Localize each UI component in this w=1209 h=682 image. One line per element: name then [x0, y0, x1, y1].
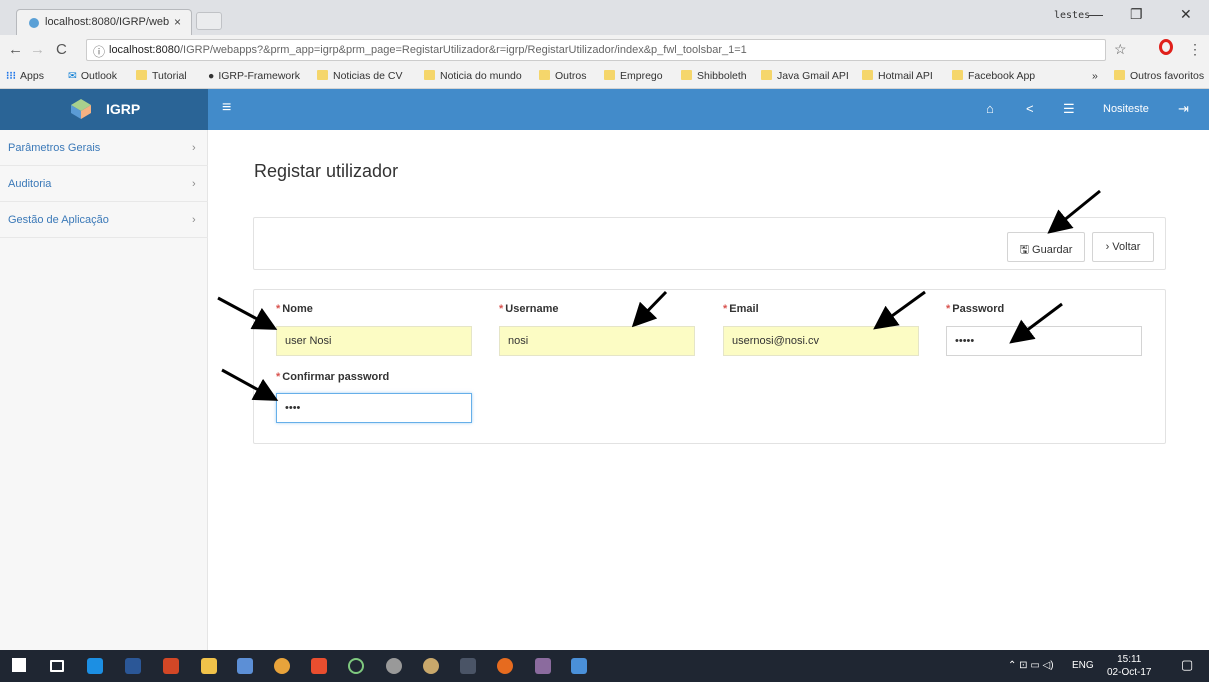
language-indicator[interactable]: ENG: [1072, 660, 1094, 671]
annotation-arrows: [217, 189, 1101, 401]
app-icon[interactable]: [460, 658, 476, 674]
clock[interactable]: 15:11 02-Oct-17: [1107, 653, 1151, 679]
chrome-icon[interactable]: [274, 658, 290, 674]
arrow-to-confirm: [221, 368, 279, 401]
arrow-to-email: [873, 290, 926, 330]
git-icon[interactable]: [311, 658, 327, 674]
app-icon[interactable]: [423, 658, 439, 674]
arrow-to-password: [1009, 302, 1063, 344]
upwork-icon[interactable]: [348, 658, 364, 674]
powerpoint-icon[interactable]: [163, 658, 179, 674]
notifications-icon[interactable]: ▢: [1181, 657, 1193, 673]
windows-start-icon[interactable]: [12, 658, 26, 672]
app-icon[interactable]: [386, 658, 402, 674]
app-icon[interactable]: [535, 658, 551, 674]
firefox-icon[interactable]: [497, 658, 513, 674]
file-explorer-icon[interactable]: [201, 658, 217, 674]
word-icon[interactable]: [125, 658, 141, 674]
arrow-to-save: [1047, 189, 1101, 234]
app-icon[interactable]: [571, 658, 587, 674]
network-app-icon[interactable]: [237, 658, 253, 674]
task-view-icon[interactable]: [50, 660, 64, 672]
windows-taskbar: ⌃ ⊡ ▭ ◁) ENG 15:11 02-Oct-17 ▢: [0, 650, 1209, 682]
system-tray-icons[interactable]: ⌃ ⊡ ▭ ◁): [1008, 660, 1054, 671]
arrow-to-username: [631, 290, 668, 328]
arrow-to-nome: [217, 296, 278, 330]
edge-icon[interactable]: [87, 658, 103, 674]
